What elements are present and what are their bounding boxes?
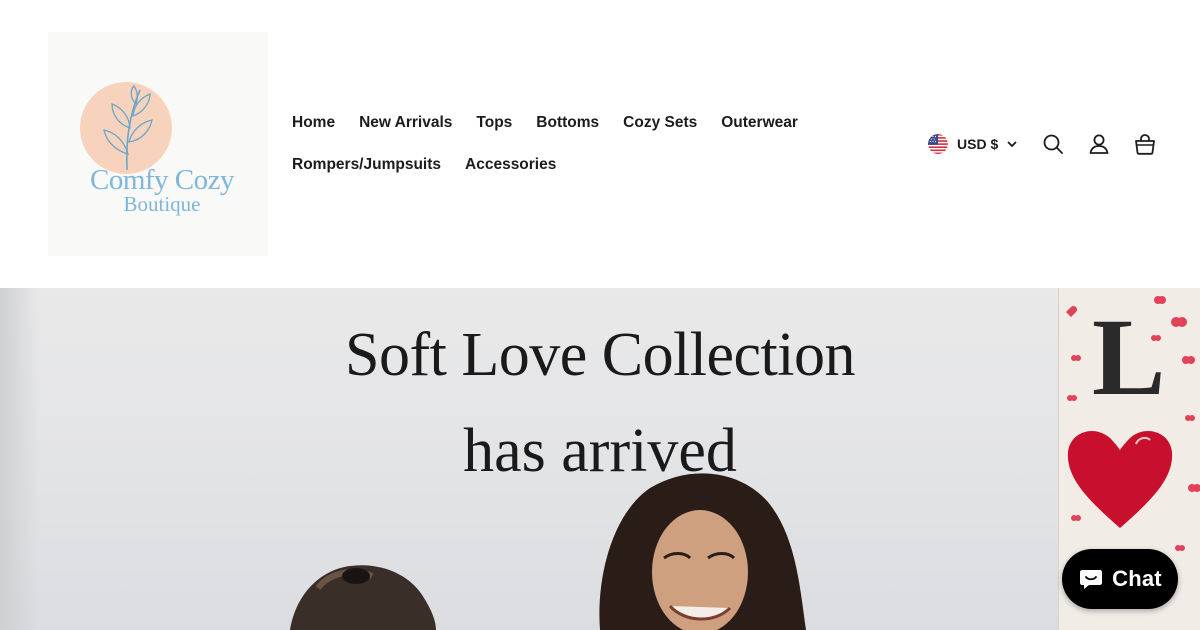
nav-link-new-arrivals[interactable]: New Arrivals: [359, 114, 452, 132]
currency-label: USD $: [957, 136, 999, 152]
nav-link-accessories[interactable]: Accessories: [465, 156, 556, 174]
currency-selector[interactable]: USD $: [928, 134, 1018, 154]
hero-title-line-2: has arrived: [463, 417, 737, 485]
sign-letter-l: L: [1092, 296, 1166, 418]
search-icon[interactable]: [1042, 133, 1064, 155]
account-icon[interactable]: [1088, 133, 1110, 155]
nav-row-1: Home New Arrivals Tops Bottoms Cozy Sets…: [292, 110, 832, 136]
logo-text-sub: Boutique: [123, 192, 201, 216]
hero-banner[interactable]: Soft Love Collection has arrived L E: [0, 288, 1200, 630]
nav-link-bottoms[interactable]: Bottoms: [536, 114, 599, 132]
cart-icon[interactable]: [1134, 133, 1156, 155]
header-utilities: USD $: [928, 130, 1156, 158]
main-navigation: Home New Arrivals Tops Bottoms Cozy Sets…: [292, 110, 832, 194]
hero-title-line-1: Soft Love Collection: [344, 321, 856, 389]
leaf-icon: [103, 84, 153, 171]
nav-link-tops[interactable]: Tops: [476, 114, 512, 132]
nav-row-2: Rompers/Jumpsuits Accessories: [292, 152, 832, 178]
nav-link-home[interactable]: Home: [292, 114, 335, 132]
site-header: Comfy Cozy Boutique Home New Arrivals To…: [0, 0, 1200, 288]
nav-link-rompers-jumpsuits[interactable]: Rompers/Jumpsuits: [292, 156, 441, 174]
chat-button[interactable]: Chat: [1062, 549, 1178, 609]
nav-link-cozy-sets[interactable]: Cozy Sets: [623, 114, 697, 132]
chat-bubble-icon: [1080, 570, 1103, 589]
chat-label: Chat: [1112, 566, 1162, 591]
nav-link-outerwear[interactable]: Outerwear: [721, 114, 798, 132]
chevron-down-icon: [1007, 141, 1017, 147]
us-flag-icon: [928, 134, 948, 154]
store-logo[interactable]: Comfy Cozy Boutique: [48, 32, 268, 256]
